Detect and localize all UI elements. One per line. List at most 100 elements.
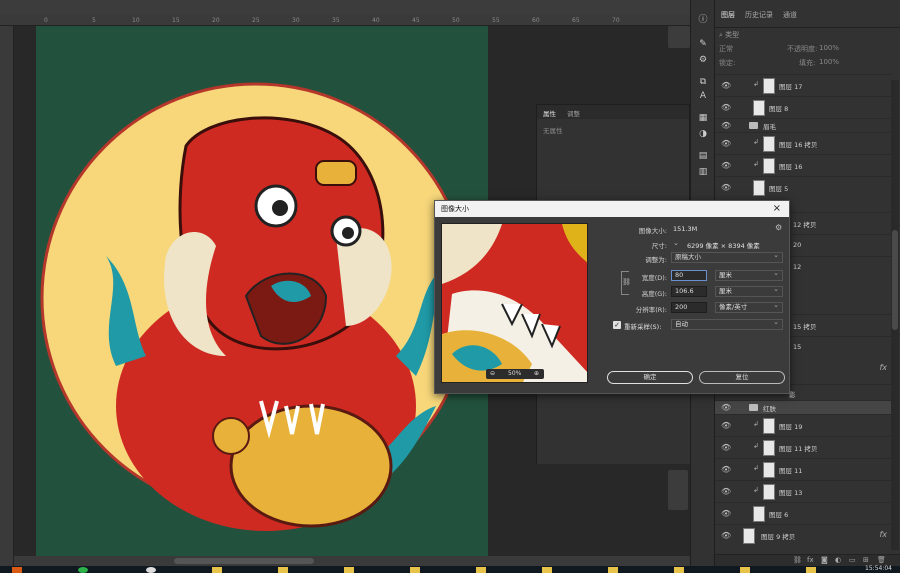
height-input[interactable]: 106.6	[671, 286, 707, 297]
width-unit-select[interactable]: 厘米	[715, 269, 783, 281]
zoom-out-icon[interactable]: ⊖	[490, 370, 495, 377]
tab-properties[interactable]: 属性	[543, 108, 556, 118]
layer-thumbnail	[763, 484, 775, 500]
eye-icon[interactable]: 👁	[721, 121, 731, 130]
close-icon[interactable]: ×	[773, 201, 781, 217]
layer-row[interactable]: 👁 ↲ 图层 16 拷贝	[715, 132, 891, 154]
app-icon[interactable]	[12, 567, 22, 573]
eye-icon[interactable]: 👁	[721, 421, 731, 430]
fill-value[interactable]: 100%	[819, 58, 839, 66]
eye-icon[interactable]: 👁	[721, 531, 731, 540]
brush-icon[interactable]: ✎	[696, 38, 710, 50]
scroll-thumb[interactable]	[174, 558, 314, 564]
folder-icon[interactable]	[410, 567, 420, 573]
resolution-input[interactable]: 200	[671, 302, 707, 313]
gear-icon[interactable]: ⚙	[775, 223, 782, 232]
styles-icon[interactable]: ◑	[696, 128, 710, 140]
layers-scrollbar[interactable]	[891, 80, 899, 550]
layer-row[interactable]: 👁 图层 6	[715, 502, 891, 524]
eye-icon[interactable]: 👁	[721, 183, 731, 192]
fit-to-select[interactable]: 原稿大小	[671, 251, 783, 263]
fx-icon[interactable]: fx	[807, 556, 814, 564]
eye-icon[interactable]: 👁	[721, 139, 731, 148]
eye-icon[interactable]: 👁	[721, 403, 731, 412]
folder-icon[interactable]	[542, 567, 552, 573]
tab-layers[interactable]: 图层	[721, 10, 735, 20]
clip-icon: ↲	[753, 420, 759, 428]
layer-group-row[interactable]: 👁 眉毛	[715, 118, 891, 132]
resample-checkbox[interactable]: ✓	[613, 321, 621, 329]
layer-row[interactable]: 👁 图层 5	[715, 176, 891, 198]
layer-row[interactable]: 👁 ↲ 图层 11	[715, 458, 891, 480]
opacity-label: 不透明度:	[787, 45, 818, 53]
blend-mode-select[interactable]: 正常	[719, 45, 733, 53]
folder-icon[interactable]	[740, 567, 750, 573]
folder-icon[interactable]	[278, 567, 288, 573]
tab-channels[interactable]: 通道	[783, 10, 797, 20]
link-icon[interactable]: ⛓	[793, 556, 802, 564]
panel-collapse-icon[interactable]	[668, 26, 690, 48]
resample-select[interactable]: 自动	[671, 318, 783, 330]
trash-icon[interactable]: 🗑	[877, 556, 886, 564]
layer-group-row[interactable]: 👁 红肤	[715, 400, 891, 414]
clone-source-icon[interactable]: ⧉	[696, 76, 710, 88]
wechat-icon[interactable]	[78, 567, 88, 573]
scroll-thumb[interactable]	[892, 230, 898, 330]
clip-icon: ↲	[753, 442, 759, 450]
width-input[interactable]: 80	[671, 270, 707, 281]
folder-icon[interactable]	[212, 567, 222, 573]
filter-kind[interactable]: 类型	[725, 31, 739, 39]
chevron-down-icon[interactable]: ⌄	[673, 239, 679, 247]
browser-icon[interactable]	[146, 567, 156, 573]
new-layer-icon[interactable]: ⊞	[863, 556, 869, 564]
grid-icon[interactable]: ▤	[696, 150, 710, 162]
blend-row: 正常 不透明度: 100%	[719, 44, 897, 56]
eye-icon[interactable]: 👁	[721, 443, 731, 452]
adjustments-icon[interactable]: ▦	[696, 112, 710, 124]
reset-button[interactable]: 复位	[699, 371, 785, 384]
eye-icon[interactable]: 👁	[721, 509, 731, 518]
new-group-icon[interactable]: ▭	[849, 556, 856, 564]
layer-row[interactable]: 👁 图层 8	[715, 96, 891, 118]
ruler-tick: 65	[572, 17, 580, 24]
eye-icon[interactable]: 👁	[721, 103, 731, 112]
resolution-unit-select[interactable]: 像素/英寸	[715, 301, 783, 313]
ok-button[interactable]: 确定	[607, 371, 693, 384]
folder-icon[interactable]	[608, 567, 618, 573]
horizontal-scrollbar[interactable]	[14, 556, 690, 566]
layer-filter-row[interactable]: ⌕ 类型	[719, 30, 897, 42]
layer-row[interactable]: 👁 ↲ 图层 11 拷贝	[715, 436, 891, 458]
folder-icon[interactable]	[344, 567, 354, 573]
layer-row[interactable]: 👁 图层 9 拷贝 fx	[715, 524, 891, 546]
layer-row[interactable]: 👁 ↲ 图层 17	[715, 74, 891, 96]
layer-row[interactable]: 👁 ↲ 图层 13	[715, 480, 891, 502]
zoom-in-icon[interactable]: ⊕	[534, 370, 539, 377]
swatches-icon[interactable]: ▥	[696, 166, 710, 178]
height-unit-select[interactable]: 厘米	[715, 285, 783, 297]
image-preview[interactable]: ⊖ 50% ⊕	[441, 223, 588, 383]
paragraph-panel-icon[interactable]	[668, 470, 688, 510]
layer-row[interactable]: 👁 ↲ 图层 19	[715, 414, 891, 436]
eye-icon[interactable]: 👁	[721, 465, 731, 474]
folder-icon[interactable]	[476, 567, 486, 573]
info-icon[interactable]: ⓘ	[696, 14, 710, 26]
clip-icon: ↲	[753, 486, 759, 494]
brush-settings-icon[interactable]: ⚙	[696, 54, 710, 66]
mask-icon[interactable]: ◙	[821, 556, 828, 564]
opacity-value[interactable]: 100%	[819, 44, 839, 52]
character-icon[interactable]: A	[696, 90, 710, 102]
fx-icon[interactable]: fx	[879, 363, 887, 372]
artwork-canvas[interactable]	[36, 26, 488, 556]
folder-icon[interactable]	[674, 567, 684, 573]
tab-history[interactable]: 历史记录	[745, 10, 773, 20]
adjustment-layer-icon[interactable]: ◐	[835, 556, 841, 564]
eye-icon[interactable]: 👁	[721, 81, 731, 90]
folder-icon[interactable]	[806, 567, 816, 573]
dialog-titlebar[interactable]: 图像大小 ×	[435, 201, 789, 217]
eye-icon[interactable]: 👁	[721, 161, 731, 170]
layer-name: 12	[793, 263, 802, 271]
fx-icon[interactable]: fx	[879, 530, 887, 539]
eye-icon[interactable]: 👁	[721, 487, 731, 496]
layer-row[interactable]: 👁 ↲ 图层 16	[715, 154, 891, 176]
tab-adjustments[interactable]: 调整	[567, 108, 580, 118]
